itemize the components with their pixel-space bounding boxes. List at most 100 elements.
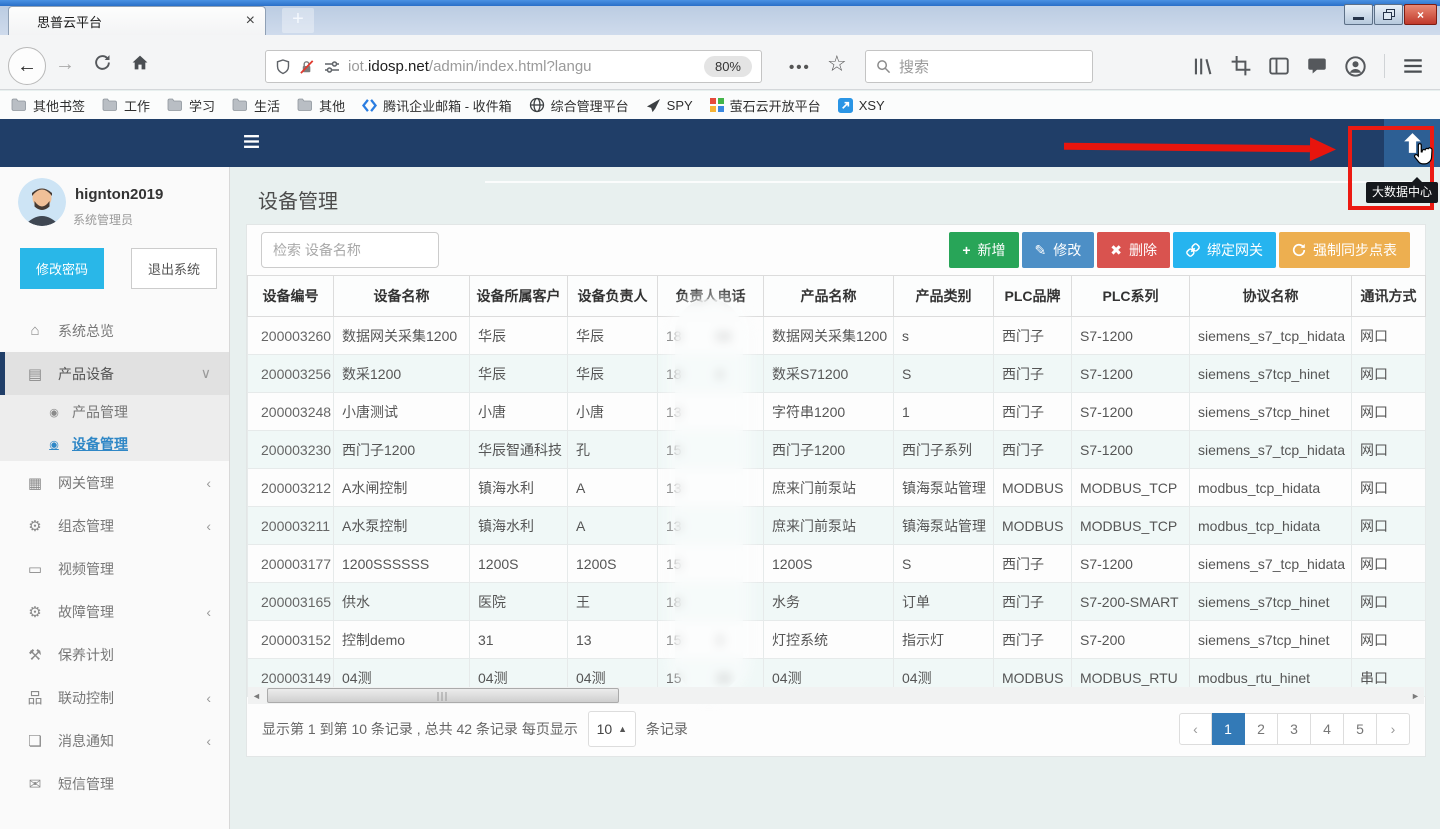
device-search-input[interactable] <box>261 232 439 268</box>
horizontal-scrollbar[interactable]: ◄ ► <box>248 687 1424 704</box>
user-role: 系统管理员 <box>73 211 133 228</box>
sidebar-item[interactable]: 品联动控制‹ <box>0 676 229 719</box>
restore-button[interactable] <box>1374 4 1403 25</box>
table-cell: 网口 <box>1352 431 1426 469</box>
table-row[interactable]: 200003165供水医院王18水务订单西门子S7-200-SMARTsieme… <box>248 583 1426 621</box>
page-actions-icon[interactable]: ••• <box>789 59 811 76</box>
sidebar-subitem[interactable]: ◉设备管理 <box>0 428 229 460</box>
forward-button[interactable]: → <box>55 53 75 76</box>
zoom-level-badge[interactable]: 80% <box>704 56 752 77</box>
bookmark-item[interactable]: 萤石云开放平台 <box>710 96 821 115</box>
bookmark-star-icon[interactable]: ☆ <box>827 51 847 77</box>
table-cell: A水泵控制 <box>334 507 470 545</box>
sidebar-item[interactable]: ❏消息通知‹ <box>0 719 229 762</box>
table-row[interactable]: 200003152控制demo3113153灯控系统指示灯西门子S7-200si… <box>248 621 1426 659</box>
change-password-button[interactable]: 修改密码 <box>20 248 104 289</box>
page-number-button[interactable]: 5 <box>1344 713 1377 745</box>
bookmark-item[interactable]: 生活 <box>232 96 280 115</box>
scroll-left-arrow[interactable]: ◄ <box>248 687 265 704</box>
sidebar-subitem[interactable]: ◉产品管理 <box>0 396 229 428</box>
sidebar-item[interactable]: ⚒保养计划 <box>0 633 229 676</box>
browser-search-box[interactable]: 搜索 <box>865 50 1093 83</box>
sidebar-item[interactable]: ✉短信管理 <box>0 762 229 805</box>
sidebar-item[interactable]: ⚙故障管理‹ <box>0 590 229 633</box>
table-cell: 1200S <box>764 545 894 583</box>
tab-close-icon[interactable]: × <box>246 13 255 29</box>
action-button-绑定网关[interactable]: 绑定网关 <box>1173 232 1276 268</box>
cross-icon: ✖ <box>1110 242 1122 259</box>
bookmark-label: 生活 <box>254 96 280 115</box>
table-cell: S7-1200 <box>1072 393 1190 431</box>
sidebar-item-label: 产品设备 <box>58 364 114 384</box>
table-cell: 200003177 <box>248 545 334 583</box>
page-prev-button[interactable]: ‹ <box>1179 713 1212 745</box>
page-number-button[interactable]: 4 <box>1311 713 1344 745</box>
column-header: 设备所属客户 <box>470 276 568 317</box>
link-icon <box>1186 243 1200 257</box>
folder-icon <box>232 98 248 112</box>
table-row[interactable]: 200003260数据网关采集1200华辰华辰1804数据网关采集1200s西门… <box>248 317 1426 355</box>
sidebar-item[interactable]: ⚙组态管理‹ <box>0 504 229 547</box>
sidebar-item[interactable]: ▤产品设备∨ <box>0 352 229 395</box>
page-next-button[interactable]: › <box>1377 713 1410 745</box>
scrollbar-grip <box>438 692 449 701</box>
bookmark-item[interactable]: 其他书签 <box>11 96 85 115</box>
messages-icon[interactable] <box>1307 56 1327 76</box>
page-size-dropdown[interactable]: 10 ▲ <box>588 711 636 747</box>
sms-icon: ✉ <box>26 775 44 793</box>
bookmark-item[interactable]: XSY <box>838 98 885 113</box>
action-button-删除[interactable]: ✖删除 <box>1097 232 1170 268</box>
table-row[interactable]: 200003248小唐测试小唐小唐13字符串12001西门子S7-1200sie… <box>248 393 1426 431</box>
bookmark-item[interactable]: SPY <box>646 98 693 113</box>
sidebar-collapse-icon[interactable] <box>243 134 260 149</box>
action-button-修改[interactable]: ✎修改 <box>1022 232 1095 268</box>
page-number-button[interactable]: 2 <box>1245 713 1278 745</box>
browser-home-button[interactable] <box>131 54 149 71</box>
new-tab-button[interactable]: + <box>282 8 314 33</box>
back-button[interactable]: ← <box>8 47 46 85</box>
reload-button[interactable] <box>94 54 111 71</box>
table-cell: 数据网关采集1200 <box>334 317 470 355</box>
table-row[interactable]: 2000031771200SSSSSS1200S1200S151200SS西门子… <box>248 545 1426 583</box>
sidebar-item[interactable]: ▭视频管理 <box>0 547 229 590</box>
table-cell: 华辰 <box>568 317 658 355</box>
table-cell: MODBUS_TCP <box>1072 469 1190 507</box>
close-button[interactable]: × <box>1404 4 1437 25</box>
account-icon[interactable] <box>1345 56 1366 77</box>
sync-icon <box>1292 243 1306 257</box>
menu-icon[interactable] <box>1403 56 1423 76</box>
scroll-right-arrow[interactable]: ► <box>1407 687 1424 704</box>
page-number-button[interactable]: 3 <box>1278 713 1311 745</box>
table-row[interactable]: 200003256数采1200华辰华辰184数采S71200S西门子S7-120… <box>248 355 1426 393</box>
bookmark-label: 工作 <box>124 96 150 115</box>
table-cell: modbus_tcp_hidata <box>1190 469 1352 507</box>
table-row[interactable]: 200003230西门子1200华辰智通科技孔15西门子1200西门子系列西门子… <box>248 431 1426 469</box>
page-number-button[interactable]: 1 <box>1212 713 1245 745</box>
bookmark-item[interactable]: 工作 <box>102 96 150 115</box>
sidebar-toggle-icon[interactable] <box>1269 56 1289 76</box>
logout-button[interactable]: 退出系统 <box>131 248 217 289</box>
sidebar-item[interactable]: ▦网关管理‹ <box>0 461 229 504</box>
table-row[interactable]: 200003212A水闸控制镇海水利A13庶来门前泵站镇海泵站管理MODBUSM… <box>248 469 1426 507</box>
url-bar[interactable]: iot.idosp.net/admin/index.html?langu 80% <box>265 50 762 83</box>
configuration-icon: ⚙ <box>26 517 44 535</box>
bookmark-item[interactable]: 学习 <box>167 96 215 115</box>
bookmark-item[interactable]: 其他 <box>297 96 345 115</box>
sidebar-item[interactable]: ⌂系统总览 <box>0 309 229 352</box>
bookmark-item[interactable]: 腾讯企业邮箱 - 收件箱 <box>362 96 512 115</box>
scrollbar-track[interactable] <box>265 687 1407 704</box>
action-button-强制同步点表[interactable]: 强制同步点表 <box>1279 232 1410 268</box>
library-icon[interactable] <box>1192 56 1213 77</box>
browser-tab[interactable]: 思普云平台 × <box>8 6 266 35</box>
table-cell: 200003165 <box>248 583 334 621</box>
bookmark-item[interactable]: 综合管理平台 <box>529 96 629 115</box>
sidebar-item-label: 视频管理 <box>58 559 114 579</box>
table-row[interactable]: 200003211A水泵控制镇海水利A13庶来门前泵站镇海泵站管理MODBUSM… <box>248 507 1426 545</box>
screenshot-icon[interactable] <box>1231 56 1251 76</box>
table-cell: 网口 <box>1352 545 1426 583</box>
scrollbar-thumb[interactable] <box>267 688 619 703</box>
action-button-新增[interactable]: +新增 <box>949 232 1018 268</box>
table-cell: 西门子 <box>994 583 1072 621</box>
minimize-button[interactable] <box>1344 4 1373 25</box>
table-cell: MODBUS <box>994 469 1072 507</box>
